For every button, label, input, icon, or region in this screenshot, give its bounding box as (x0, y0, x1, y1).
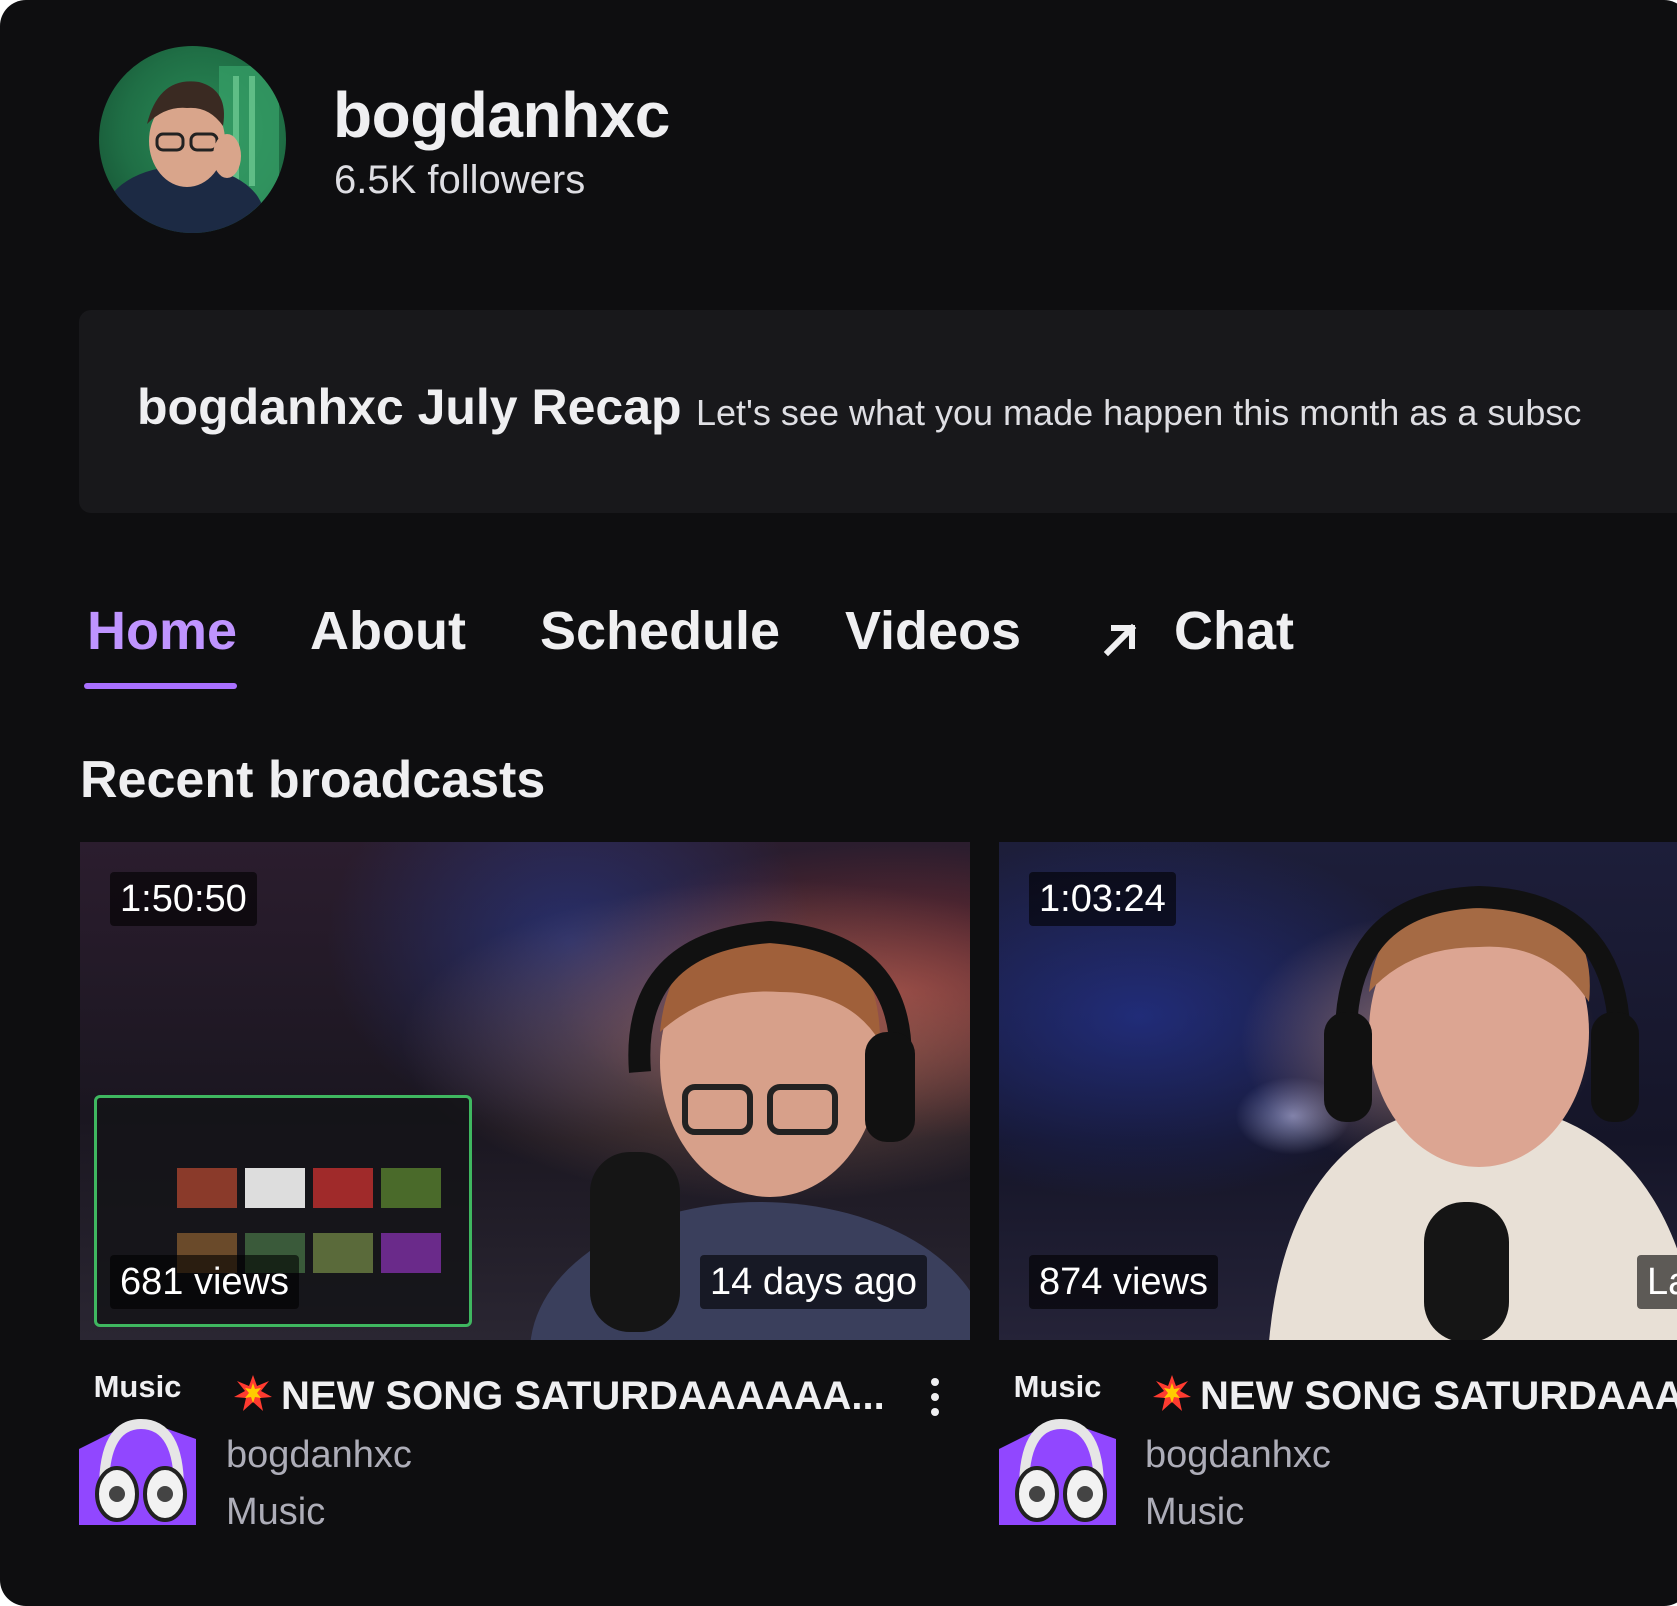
duration-badge: 1:03:24 (1029, 872, 1176, 926)
active-tab-indicator (84, 683, 237, 689)
tab-videos[interactable]: Videos (845, 600, 1021, 662)
streamer-image (1269, 885, 1677, 1340)
age-badge: La (1637, 1255, 1677, 1309)
video-category-link[interactable]: Music (226, 1491, 325, 1534)
video-category-link[interactable]: Music (1145, 1491, 1244, 1534)
section-title: Recent broadcasts (80, 751, 546, 809)
category-art-1[interactable]: Music (79, 1369, 196, 1525)
avatar-portrait (104, 66, 279, 233)
page-viewport: bogdanhxc 6.5K followers bogdanhxc July … (0, 0, 1677, 1606)
follower-count: 6.5K followers (334, 158, 586, 202)
channel-name[interactable]: bogdanhxc (333, 78, 670, 152)
video-channel-link[interactable]: bogdanhxc (1145, 1434, 1331, 1477)
more-options-icon[interactable] (928, 1378, 942, 1418)
video-title[interactable]: NEW SONG SATURDAAA (1152, 1373, 1677, 1419)
broadcast-thumbnail-2[interactable]: 1:03:24 874 views La (999, 842, 1677, 1340)
recap-description: Let's see what you made happen this mont… (696, 392, 1582, 433)
video-title-text: NEW SONG SATURDAAAAAA... (281, 1374, 885, 1418)
video-title[interactable]: NEW SONG SATURDAAAAAA... (233, 1373, 885, 1419)
tab-schedule[interactable]: Schedule (540, 600, 780, 662)
recap-banner[interactable]: bogdanhxc July Recap Let's see what you … (79, 310, 1677, 513)
recap-title: bogdanhxc July Recap (137, 379, 682, 435)
collision-icon (1153, 1375, 1191, 1411)
tab-about[interactable]: About (310, 600, 466, 662)
duration-badge: 1:50:50 (110, 872, 257, 926)
avatar[interactable] (99, 46, 286, 233)
views-badge: 874 views (1029, 1255, 1218, 1309)
views-badge: 681 views (110, 1255, 299, 1309)
channel-page: bogdanhxc 6.5K followers bogdanhxc July … (0, 0, 1677, 1606)
category-art-label: Music (1013, 1369, 1102, 1404)
video-channel-link[interactable]: bogdanhxc (226, 1434, 412, 1477)
tab-chat[interactable]: Chat (1174, 600, 1294, 662)
tab-home[interactable]: Home (87, 600, 237, 662)
external-arrow-icon[interactable] (1098, 616, 1142, 660)
age-badge: 14 days ago (700, 1255, 928, 1309)
category-art-label: Music (93, 1369, 182, 1404)
collision-icon (234, 1375, 272, 1411)
video-title-text: NEW SONG SATURDAAA (1200, 1374, 1677, 1418)
broadcast-thumbnail-1[interactable]: 1:50:50 681 views 14 days ago (80, 842, 970, 1340)
category-art-2[interactable]: Music (999, 1369, 1116, 1525)
